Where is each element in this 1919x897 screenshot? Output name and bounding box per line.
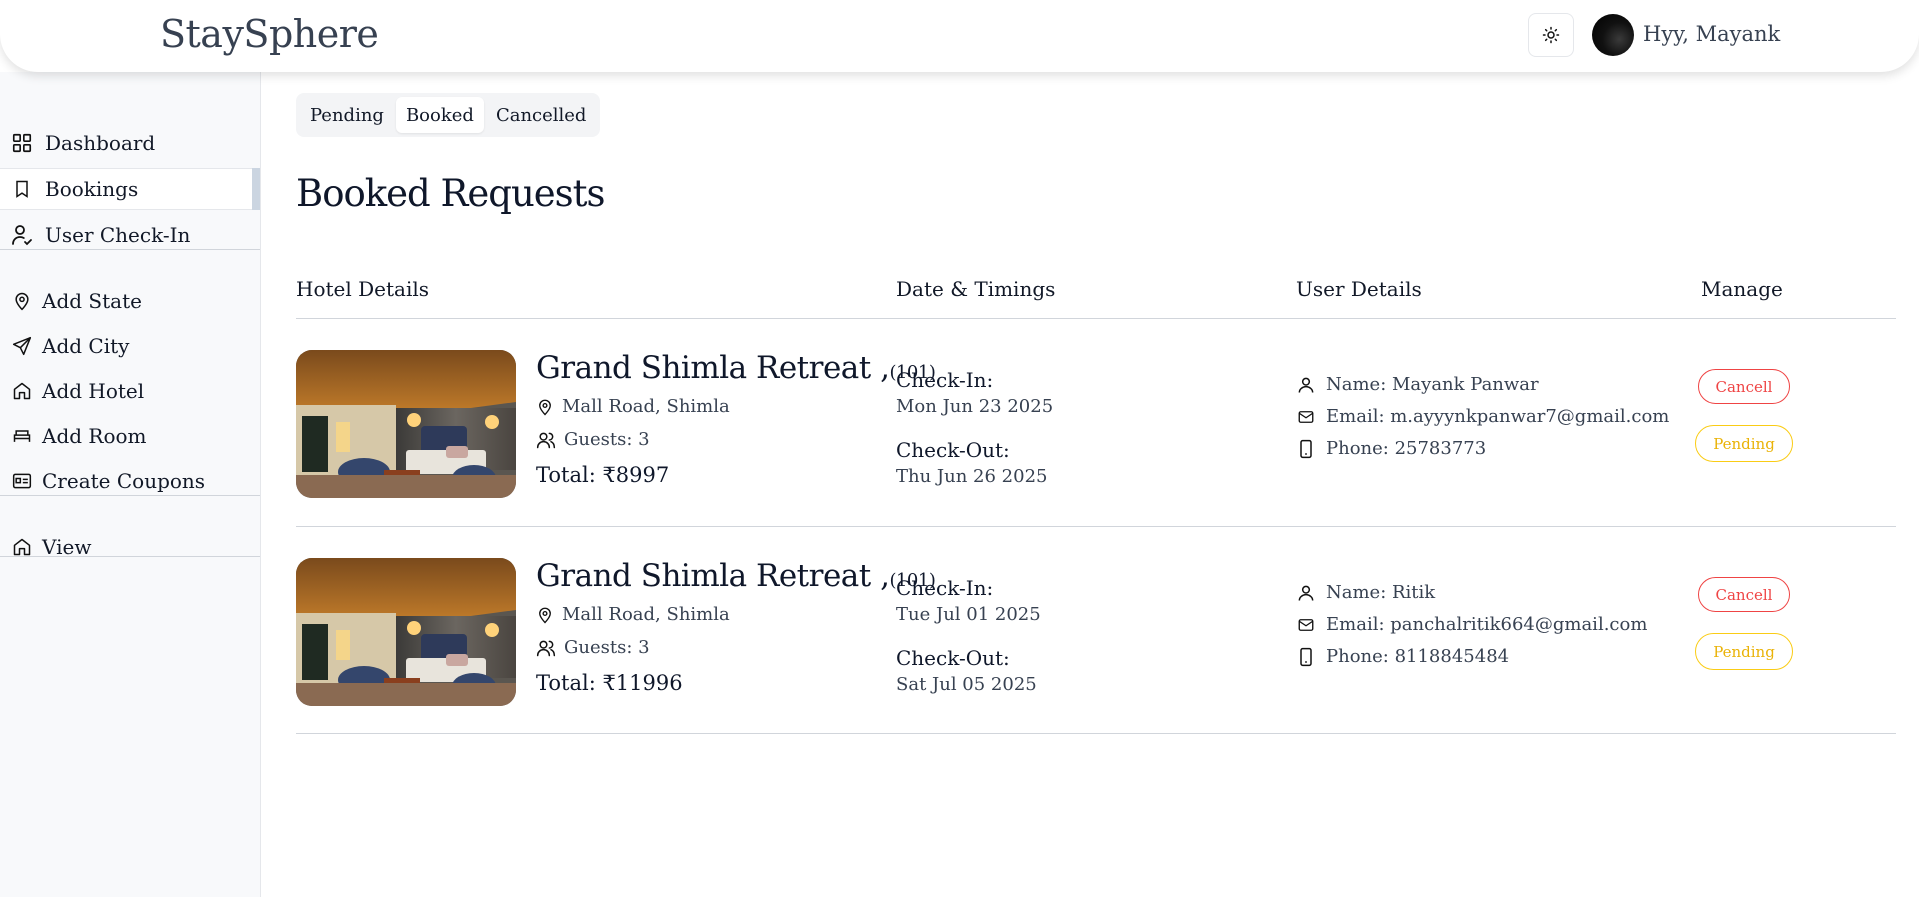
top-header: StaySphere Hyy, Mayank xyxy=(0,0,1919,72)
mail-icon xyxy=(1298,410,1314,423)
sidebar-item-label: Add State xyxy=(42,289,142,313)
send-icon xyxy=(10,334,34,358)
avatar[interactable] xyxy=(1592,14,1634,56)
hotel-location: Mall Road, Shimla xyxy=(536,396,730,417)
hotel-name-text: Grand Shimla Retreat , xyxy=(536,558,890,594)
sidebar-item-bookings[interactable]: Bookings xyxy=(0,168,260,210)
user-email: Email: m.ayyynkpanwar7@gmail.com xyxy=(1296,406,1669,427)
sidebar-divider xyxy=(0,495,260,496)
users-icon xyxy=(536,432,556,448)
brand-logo[interactable]: StaySphere xyxy=(160,12,379,56)
sidebar-item-label: User Check-In xyxy=(45,223,191,247)
sidebar-divider xyxy=(0,249,260,250)
tab-booked[interactable]: Booked xyxy=(395,97,484,133)
sidebar-divider xyxy=(0,556,260,557)
phone-icon xyxy=(1300,439,1312,458)
sidebar-item-label: Add Room xyxy=(42,424,147,448)
pending-status-button[interactable]: Pending xyxy=(1695,633,1793,670)
user-name-text: Name: Ritik xyxy=(1326,582,1436,603)
checkin-date: Tue Jul 01 2025 xyxy=(896,604,1041,625)
sidebar-item-label: Create Coupons xyxy=(42,469,206,493)
sidebar-item-add-hotel[interactable]: Add Hotel xyxy=(0,370,260,412)
location-text: Mall Road, Shimla xyxy=(562,604,730,625)
column-header-hotel-details: Hotel Details xyxy=(296,277,429,301)
user-greeting[interactable]: Hyy, Mayank xyxy=(1643,22,1780,46)
user-name: Name: Mayank Panwar xyxy=(1296,374,1539,395)
sidebar-item-add-city[interactable]: Add City xyxy=(0,325,260,367)
grid-icon xyxy=(10,131,34,155)
column-header-manage: Manage xyxy=(1701,277,1783,301)
sidebar-item-label: Add City xyxy=(42,334,130,358)
checkout-label: Check-Out: xyxy=(896,438,1010,462)
user-icon xyxy=(1298,377,1314,393)
map-pin-icon xyxy=(539,399,551,415)
location-text: Mall Road, Shimla xyxy=(562,396,730,417)
sidebar-item-label: Dashboard xyxy=(45,131,156,155)
user-phone-text: Phone: 8118845484 xyxy=(1326,646,1510,667)
map-pin-icon xyxy=(10,289,34,313)
hotel-name: Grand Shimla Retreat ,(101) xyxy=(536,558,936,594)
checkout-label: Check-Out: xyxy=(896,646,1010,670)
checkin-label: Check-In: xyxy=(896,368,994,392)
guest-count: Guests: 3 xyxy=(536,637,650,658)
cancel-booking-button[interactable]: Cancell xyxy=(1698,369,1790,404)
user-phone: Phone: 25783773 xyxy=(1296,438,1486,459)
map-pin-icon xyxy=(539,607,551,623)
user-check-icon xyxy=(10,223,34,247)
user-email-text[interactable]: Email: panchalritik664@gmail.com xyxy=(1326,614,1647,635)
checkout-date: Sat Jul 05 2025 xyxy=(896,674,1037,695)
checkin-date: Mon Jun 23 2025 xyxy=(896,396,1054,417)
user-name-text: Name: Mayank Panwar xyxy=(1326,374,1539,395)
booking-total: Total: ₹8997 xyxy=(536,463,670,487)
guests-text: Guests: 3 xyxy=(564,429,650,450)
mail-icon xyxy=(1298,618,1314,631)
hotel-photo[interactable] xyxy=(296,558,516,706)
pending-status-button[interactable]: Pending xyxy=(1695,425,1793,462)
guest-count: Guests: 3 xyxy=(536,429,650,450)
table-divider xyxy=(296,318,1896,319)
page-title: Booked Requests xyxy=(296,172,606,215)
checkin-label: Check-In: xyxy=(896,576,994,600)
hotel-name-text: Grand Shimla Retreat , xyxy=(536,350,890,386)
theme-toggle-button[interactable] xyxy=(1528,13,1574,57)
sidebar-item-add-state[interactable]: Add State xyxy=(0,280,260,322)
bed-icon xyxy=(10,424,34,448)
hotel-location: Mall Road, Shimla xyxy=(536,604,730,625)
users-icon xyxy=(536,640,556,656)
user-email-text[interactable]: Email: m.ayyynkpanwar7@gmail.com xyxy=(1326,406,1669,427)
id-card-icon xyxy=(10,469,34,493)
user-phone: Phone: 8118845484 xyxy=(1296,646,1509,667)
user-phone-text: Phone: 25783773 xyxy=(1326,438,1487,459)
sidebar-item-view[interactable]: View xyxy=(0,526,260,568)
column-header-user-details: User Details xyxy=(1296,277,1422,301)
tab-pending[interactable]: Pending xyxy=(300,97,394,133)
table-divider xyxy=(296,733,1896,734)
sidebar-item-dashboard[interactable]: Dashboard xyxy=(0,122,260,164)
table-divider xyxy=(296,526,1896,527)
checkout-date: Thu Jun 26 2025 xyxy=(896,466,1048,487)
sidebar-item-add-room[interactable]: Add Room xyxy=(0,415,260,457)
booking-total: Total: ₹11996 xyxy=(536,671,683,695)
hotel-photo[interactable] xyxy=(296,350,516,498)
column-header-date-timings: Date & Timings xyxy=(896,277,1056,301)
phone-icon xyxy=(1300,647,1312,666)
guests-text: Guests: 3 xyxy=(564,637,650,658)
bookmark-icon xyxy=(10,177,34,201)
hotel-name: Grand Shimla Retreat ,(101) xyxy=(536,350,936,386)
status-tabs: Pending Booked Cancelled xyxy=(296,93,601,137)
tab-cancelled[interactable]: Cancelled xyxy=(486,97,597,133)
user-name: Name: Ritik xyxy=(1296,582,1435,603)
user-icon xyxy=(1298,585,1314,601)
user-email: Email: panchalritik664@gmail.com xyxy=(1296,614,1647,635)
sidebar: Dashboard Bookings User Check-In Add Sta… xyxy=(0,72,261,897)
sun-icon xyxy=(1542,26,1560,44)
table-row: Grand Shimla Retreat ,(101) Mall Road, S… xyxy=(296,320,1896,526)
sidebar-item-label: Add Hotel xyxy=(42,379,145,403)
cancel-booking-button[interactable]: Cancell xyxy=(1698,577,1790,612)
table-row: Grand Shimla Retreat ,(101) Mall Road, S… xyxy=(296,528,1896,734)
home-icon xyxy=(10,379,34,403)
sidebar-item-label: Bookings xyxy=(45,177,139,201)
